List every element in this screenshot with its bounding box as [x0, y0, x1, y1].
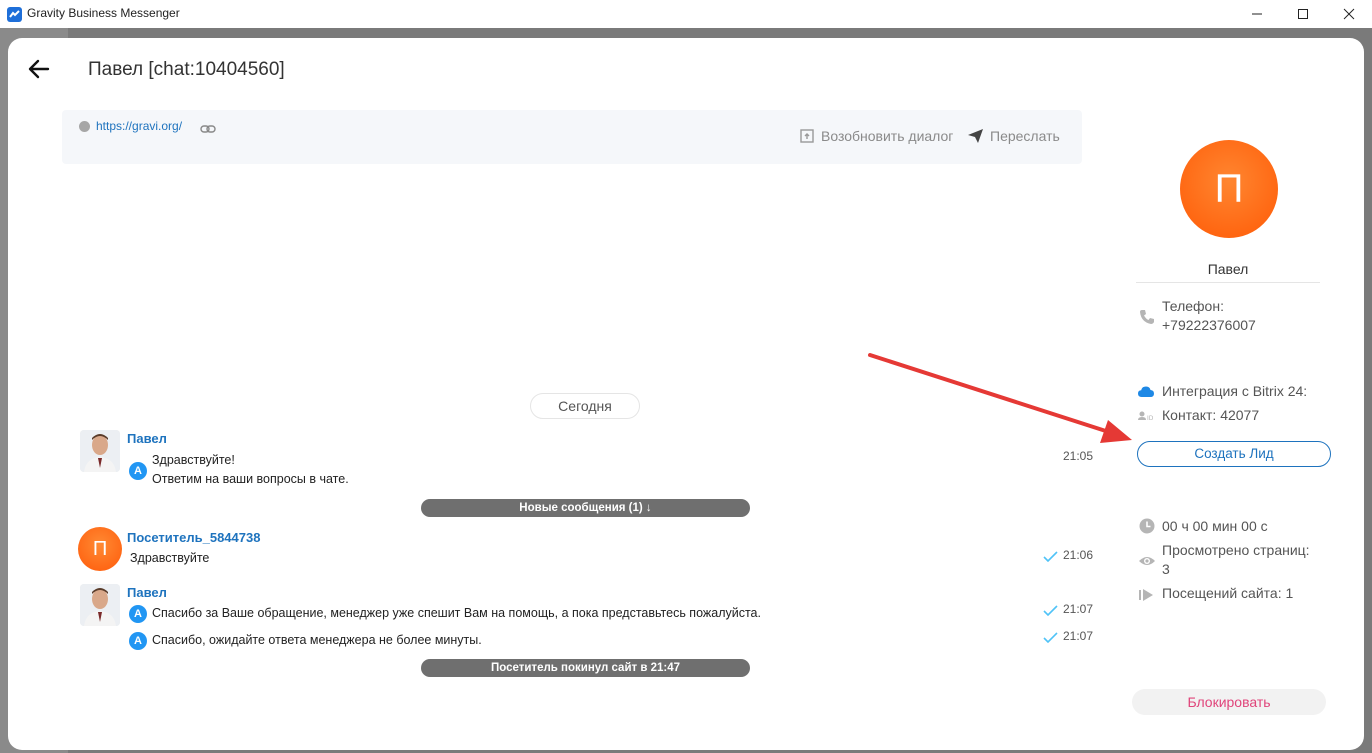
block-button[interactable]: Блокировать	[1132, 689, 1326, 715]
create-lead-button[interactable]: Создать Лид	[1137, 441, 1331, 467]
phone-info: Телефон: +79222376007	[1162, 297, 1256, 335]
date-separator: Сегодня	[530, 393, 640, 419]
site-link[interactable]: https://gravi.org/	[96, 119, 182, 133]
operator-avatar	[80, 584, 120, 626]
clock-icon	[1139, 518, 1155, 534]
app-logo-icon	[7, 7, 22, 22]
visitor-left-bar: Посетитель покинул сайт в 21:47	[421, 659, 750, 677]
phone-label: Телефон:	[1162, 298, 1224, 314]
visits-icon	[1139, 589, 1153, 601]
phone-value[interactable]: +79222376007	[1162, 316, 1256, 335]
message-sender[interactable]: Павел	[127, 585, 167, 600]
read-check-icon	[1043, 551, 1058, 562]
message-time: 21:07	[1063, 602, 1094, 616]
app-title: Gravity Business Messenger	[27, 6, 180, 20]
visitor-avatar: П	[78, 527, 122, 571]
link-icon[interactable]	[200, 121, 216, 133]
message-text: Спасибо за Ваше обращение, менеджер уже …	[152, 604, 761, 623]
agent-badge: A	[129, 632, 147, 650]
operator-avatar	[80, 430, 120, 472]
read-check-icon	[1043, 605, 1058, 616]
profile-name: Павел	[1207, 261, 1249, 277]
message-line: Здравствуйте	[130, 551, 210, 565]
message-time: 21:05	[1063, 449, 1094, 463]
new-messages-bar[interactable]: Новые сообщения (1) ↓	[421, 499, 750, 517]
read-check-icon	[1043, 632, 1058, 643]
resume-dialog-label: Возобновить диалог	[821, 128, 954, 144]
message-text: Здравствуйте	[130, 549, 209, 568]
title-bar: Gravity Business Messenger	[0, 0, 1372, 28]
chat-modal: Павел [chat:10404560] https://gravi.org/…	[8, 38, 1364, 750]
contact-id-icon: ID	[1138, 411, 1154, 422]
pages-viewed: Просмотрено страниц: 3	[1162, 541, 1310, 579]
svg-text:ID: ID	[1147, 415, 1154, 422]
resume-dialog-button[interactable]: Возобновить диалог	[799, 128, 953, 144]
profile-divider	[1136, 282, 1320, 283]
archive-icon	[800, 129, 814, 143]
message-text: Спасибо, ожидайте ответа менеджера не бо…	[152, 631, 482, 650]
pages-viewed-label: Просмотрено страниц:	[1162, 542, 1310, 558]
message-sender[interactable]: Посетитель_5844738	[127, 530, 260, 545]
agent-badge: A	[129, 462, 147, 480]
integration-label: Интеграция с Bitrix 24:	[1162, 383, 1308, 399]
message-sender[interactable]: Павел	[127, 431, 167, 446]
eye-icon	[1139, 557, 1155, 565]
message-time: 21:06	[1063, 548, 1094, 562]
message-time: 21:07	[1063, 629, 1094, 643]
cloud-icon	[1138, 386, 1154, 397]
phone-icon	[1140, 310, 1154, 324]
minimize-button[interactable]	[1234, 0, 1280, 28]
forward-label: Переслать	[990, 128, 1060, 144]
message-line: Спасибо, ожидайте ответа менеджера не бо…	[152, 633, 482, 647]
time-on-site: 00 ч 00 мин 00 с	[1162, 518, 1268, 534]
online-status-dot	[79, 121, 90, 132]
contact-label[interactable]: Контакт: 42077	[1162, 406, 1259, 425]
maximize-button[interactable]	[1280, 0, 1326, 28]
message-text: Здравствуйте! Ответим на ваши вопросы в …	[152, 451, 349, 489]
pages-viewed-value: 3	[1162, 561, 1170, 577]
site-visits: Посещений сайта: 1	[1162, 585, 1294, 601]
agent-badge: A	[129, 605, 147, 623]
forward-button[interactable]: Переслать	[967, 128, 1060, 144]
send-icon	[968, 129, 983, 143]
back-arrow-icon[interactable]	[26, 56, 52, 82]
chat-title: Павел [chat:10404560]	[88, 59, 285, 80]
profile-avatar: П	[1180, 140, 1278, 238]
chat-info-bar: https://gravi.org/ Возобновить диалог Пе…	[62, 110, 1082, 164]
close-window-button[interactable]	[1326, 0, 1372, 28]
message-line: Спасибо за Ваше обращение, менеджер уже …	[152, 606, 761, 620]
message-line: Здравствуйте!	[152, 453, 235, 467]
message-line: Ответим на ваши вопросы в чате.	[152, 472, 349, 486]
